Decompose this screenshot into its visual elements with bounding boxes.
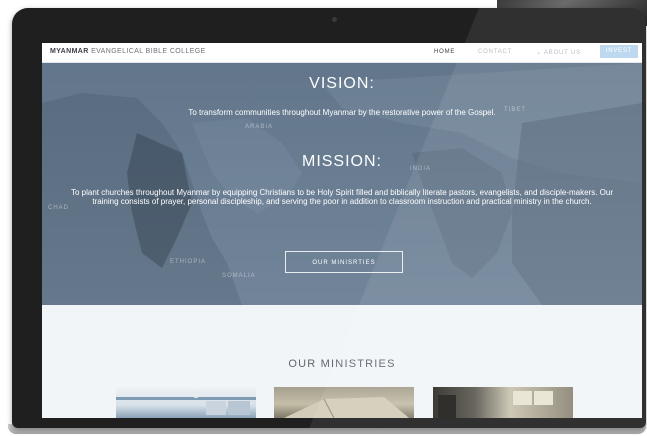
nav-about-us[interactable]: ⌄ ABOUT US: [536, 49, 581, 56]
stage: MYANMAR EVANGELICAL BIBLE COLLEGE HOME C…: [0, 0, 647, 436]
map-label-arabia: ARABIA: [245, 124, 274, 130]
hero-section: ARABIA INDIA CHAD ETHIOPIA SOMALIA TIBET…: [42, 63, 642, 305]
vision-heading: VISION:: [309, 75, 375, 92]
ministry-photo-classroom[interactable]: [116, 387, 256, 418]
mission-heading: MISSION:: [301, 153, 382, 170]
map-label-ethiopia: ETHIOPIA: [170, 259, 207, 265]
mission-statement: To plant churches throughout Myanmar by …: [70, 188, 614, 206]
nav-about-label: ABOUT US: [543, 50, 581, 56]
nav-home[interactable]: HOME: [434, 49, 455, 55]
ministries-heading: OUR MINISTRIES: [288, 358, 396, 370]
brand-rest: EVANGELICAL BIBLE COLLEGE: [88, 48, 206, 55]
building-photo: [438, 391, 553, 418]
ministry-photo-building[interactable]: [433, 387, 573, 418]
laptop-frame: MYANMAR EVANGELICAL BIBLE COLLEGE HOME C…: [12, 8, 646, 428]
classroom-photo: [116, 390, 256, 415]
our-ministries-button[interactable]: OUR MINISRTIES: [285, 251, 403, 273]
map-label-somalia: SOMALIA: [222, 273, 256, 279]
top-nav: MYANMAR EVANGELICAL BIBLE COLLEGE HOME C…: [42, 43, 642, 63]
website-screen: MYANMAR EVANGELICAL BIBLE COLLEGE HOME C…: [42, 43, 642, 418]
brand-bold: MYANMAR: [50, 48, 89, 55]
ministry-photo-tent[interactable]: [274, 387, 414, 418]
invest-button[interactable]: INVEST: [600, 45, 638, 58]
nav-contact[interactable]: CONTACT: [478, 49, 512, 55]
vision-statement: To transform communities throughout Myan…: [188, 108, 496, 117]
map-label-chad: CHAD: [48, 205, 70, 211]
site-logo[interactable]: MYANMAR EVANGELICAL BIBLE COLLEGE: [50, 48, 206, 55]
chevron-down-icon: ⌄: [536, 50, 542, 56]
camera-dot: [332, 17, 337, 22]
tent-photo: [284, 397, 409, 418]
